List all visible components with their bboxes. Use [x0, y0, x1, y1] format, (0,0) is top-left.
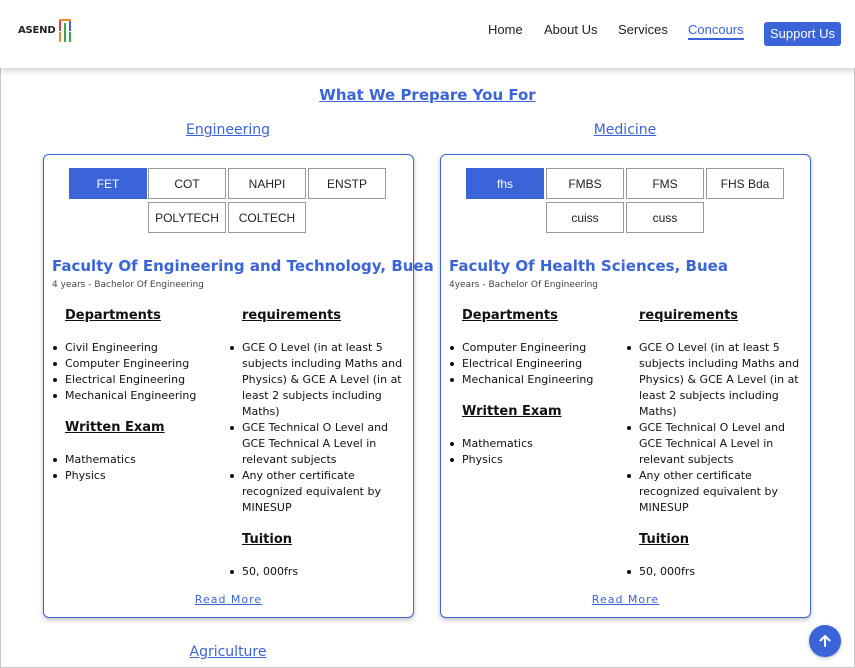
written-exam-heading: Written Exam: [462, 404, 562, 419]
list-item: Electrical Engineering: [52, 372, 222, 388]
section-title: What We Prepare You For: [319, 86, 536, 104]
faculty-name: Faculty Of Engineering and Technology, B…: [52, 257, 434, 275]
medicine-card: fhs FMBS FMS FHS Bda cuiss cuss Faculty …: [440, 154, 811, 618]
list-item: Civil Engineering: [52, 340, 222, 356]
read-more-link[interactable]: Read More: [44, 593, 413, 606]
tab-fmbs[interactable]: FMBS: [546, 168, 624, 199]
medicine-title[interactable]: Medicine: [525, 122, 725, 138]
nav-services[interactable]: Services: [618, 22, 668, 37]
list-item: Computer Engineering: [449, 340, 619, 356]
list-item: GCE O Level (in at least 5 subjects incl…: [626, 340, 804, 420]
faculty-meta: 4 years - Bachelor Of Engineering: [52, 280, 204, 290]
tuition-list: 50, 000frs: [229, 564, 407, 580]
faculty-meta: 4years - Bachelor Of Engineering: [449, 280, 599, 290]
tuition-list: 50, 000frs: [626, 564, 804, 580]
faculty-name: Faculty Of Health Sciences, Buea: [449, 257, 728, 275]
written-exam-list: Mathematics Physics: [449, 436, 619, 468]
arrow-up-icon: [819, 635, 831, 647]
nav-about-us[interactable]: About Us: [544, 22, 597, 37]
list-item: Mathematics: [449, 436, 619, 452]
tab-polytech[interactable]: POLYTECH: [148, 202, 226, 233]
list-item: 50, 000frs: [229, 564, 407, 580]
departments-heading: Departments: [462, 308, 558, 323]
list-item: GCE Technical O Level and GCE Technical …: [229, 420, 407, 468]
tab-fms[interactable]: FMS: [626, 168, 704, 199]
list-item: Mathematics: [52, 452, 222, 468]
read-more-link[interactable]: Read More: [441, 593, 810, 606]
tab-fet[interactable]: FET: [69, 168, 147, 199]
tuition-heading: Tuition: [242, 532, 293, 547]
list-item: Any other certificate recognized equival…: [626, 468, 804, 516]
tab-fhs[interactable]: fhs: [466, 168, 544, 199]
support-us-button[interactable]: Support Us: [764, 22, 841, 46]
nav-concours[interactable]: Concours: [688, 22, 744, 40]
tab-cuss[interactable]: cuss: [626, 202, 704, 233]
list-item: Electrical Engineering: [449, 356, 619, 372]
list-item: 50, 000frs: [626, 564, 804, 580]
tab-enstp[interactable]: ENSTP: [308, 168, 386, 199]
requirements-heading: requirements: [639, 308, 739, 323]
written-exam-list: Mathematics Physics: [52, 452, 222, 484]
tab-coltech[interactable]: COLTECH: [228, 202, 306, 233]
list-item: Mechanical Engineering: [52, 388, 222, 404]
logo-text: ASEND: [18, 25, 56, 36]
tab-nahpi[interactable]: NAHPI: [228, 168, 306, 199]
tab-fhs-bda[interactable]: FHS Bda: [706, 168, 784, 199]
nav-home[interactable]: Home: [488, 22, 523, 37]
list-item: Mechanical Engineering: [449, 372, 619, 388]
list-item: GCE O Level (in at least 5 subjects incl…: [229, 340, 407, 420]
list-item: Computer Engineering: [52, 356, 222, 372]
list-item: Physics: [449, 452, 619, 468]
tuition-heading: Tuition: [639, 532, 690, 547]
tab-cuiss[interactable]: cuiss: [546, 202, 624, 233]
requirements-heading: requirements: [242, 308, 342, 323]
departments-list: Civil Engineering Computer Engineering E…: [52, 340, 222, 404]
list-item: GCE Technical O Level and GCE Technical …: [626, 420, 804, 468]
agriculture-title[interactable]: Agriculture: [128, 644, 328, 660]
site-header: ASEND Home About Us Services Concours Su…: [0, 0, 855, 68]
engineering-card: FET COT NAHPI ENSTP POLYTECH COLTECH Fac…: [43, 154, 434, 618]
list-item: Physics: [52, 468, 222, 484]
tab-cot[interactable]: COT: [148, 168, 226, 199]
engineering-title[interactable]: Engineering: [128, 122, 328, 138]
departments-heading: Departments: [65, 308, 161, 323]
scroll-to-top-button[interactable]: [809, 625, 841, 657]
departments-list: Computer Engineering Electrical Engineer…: [449, 340, 619, 388]
list-item: Any other certificate recognized equival…: [229, 468, 407, 516]
logo-mark-icon: [59, 19, 71, 42]
requirements-list: GCE O Level (in at least 5 subjects incl…: [229, 340, 407, 516]
requirements-list: GCE O Level (in at least 5 subjects incl…: [626, 340, 804, 516]
written-exam-heading: Written Exam: [65, 420, 165, 435]
